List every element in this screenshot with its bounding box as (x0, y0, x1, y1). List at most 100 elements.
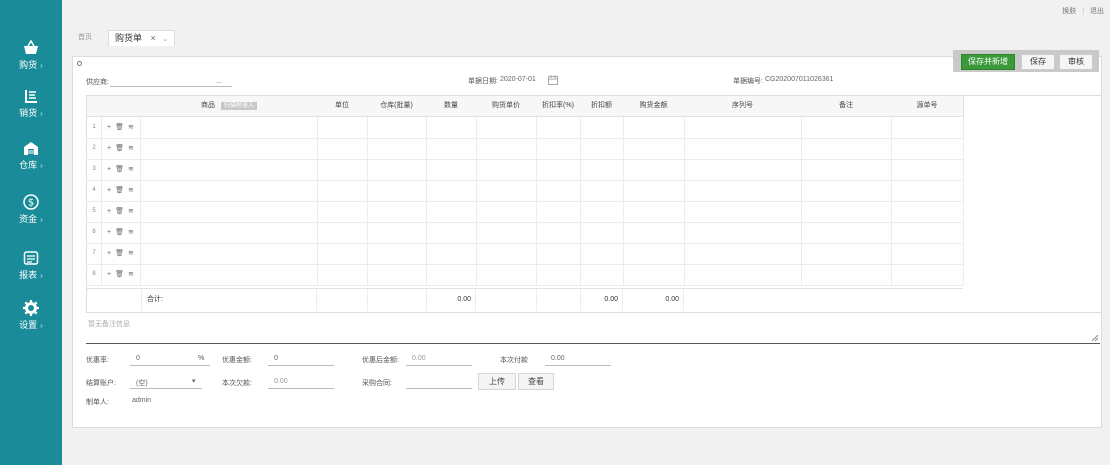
save-button[interactable]: 保存 (1021, 54, 1055, 70)
scan-entry-button[interactable]: 扫描枪录入 (220, 102, 257, 110)
add-row-icon[interactable]: + (107, 250, 111, 257)
grid-cell[interactable] (476, 117, 537, 138)
batch-icon[interactable]: ≋ (128, 271, 134, 278)
grid-cell[interactable] (367, 222, 427, 243)
calendar-icon[interactable] (548, 75, 558, 85)
grid-cell[interactable] (580, 264, 624, 285)
grid-cell[interactable] (426, 180, 477, 201)
grid-cell[interactable] (536, 222, 581, 243)
grid-cell[interactable] (367, 180, 427, 201)
tab-purchase-order[interactable]: 购货单 × ⌄ (108, 30, 176, 46)
grid-cell[interactable] (536, 201, 581, 222)
grid-cell[interactable] (367, 117, 427, 138)
view-button[interactable]: 查看 (518, 373, 554, 390)
grid-cell[interactable] (426, 222, 477, 243)
grid-cell[interactable] (684, 117, 802, 138)
delete-row-icon[interactable]: 🗑 (115, 124, 124, 131)
grid-cell[interactable] (426, 159, 477, 180)
sidebar-item-sales[interactable]: 销货 › (0, 88, 62, 132)
add-row-icon[interactable]: + (107, 229, 111, 236)
grid-cell[interactable] (623, 201, 685, 222)
resize-handle-icon[interactable] (1092, 335, 1098, 341)
grid-cell[interactable] (367, 138, 427, 159)
grid-cell[interactable] (476, 159, 537, 180)
grid-cell[interactable] (684, 222, 802, 243)
grid-cell[interactable] (317, 243, 368, 264)
grid-cell[interactable] (891, 138, 964, 159)
grid-cell[interactable] (367, 264, 427, 285)
grid-cell[interactable] (684, 243, 802, 264)
close-icon[interactable]: × (151, 33, 156, 43)
grid-cell[interactable] (801, 180, 892, 201)
grid-cell[interactable] (891, 243, 964, 264)
grid-cell[interactable] (580, 180, 624, 201)
grid-cell[interactable] (141, 159, 318, 180)
col-header-warehouse[interactable]: 仓库(批量) (367, 96, 427, 117)
delete-row-icon[interactable]: 🗑 (115, 250, 124, 257)
contract-input[interactable] (406, 388, 472, 389)
date-field[interactable]: 2020-07-01 (500, 76, 536, 83)
grid-cell[interactable] (623, 180, 685, 201)
grid-cell[interactable] (623, 264, 685, 285)
grid-cell[interactable] (684, 264, 802, 285)
grid-cell[interactable] (141, 117, 318, 138)
grid-cell[interactable] (580, 222, 624, 243)
add-row-icon[interactable]: + (107, 145, 111, 152)
batch-icon[interactable]: ≋ (128, 208, 134, 215)
grid-cell[interactable] (141, 222, 318, 243)
grid-cell[interactable] (684, 138, 802, 159)
grid-cell[interactable] (317, 264, 368, 285)
sidebar-item-funds[interactable]: $ 资金 › (0, 194, 62, 238)
grid-cell[interactable] (141, 180, 318, 201)
grid-cell[interactable] (317, 180, 368, 201)
grid-cell[interactable] (141, 138, 318, 159)
grid-cell[interactable] (141, 201, 318, 222)
discount-amount-input[interactable]: 0 (274, 355, 278, 362)
grid-cell[interactable] (476, 180, 537, 201)
grid-cell[interactable] (476, 264, 537, 285)
grid-cell[interactable] (891, 222, 964, 243)
grid-cell[interactable] (801, 138, 892, 159)
sidebar-item-warehouse[interactable]: 仓库 › (0, 140, 62, 184)
add-row-icon[interactable]: + (107, 124, 111, 131)
delete-row-icon[interactable]: 🗑 (115, 166, 124, 173)
add-row-icon[interactable]: + (107, 166, 111, 173)
grid-cell[interactable] (891, 201, 964, 222)
sidebar-item-purchase[interactable]: 购货 › (0, 40, 62, 84)
grid-cell[interactable] (367, 159, 427, 180)
grid-cell[interactable] (317, 222, 368, 243)
grid-cell[interactable] (317, 117, 368, 138)
grid-cell[interactable] (426, 243, 477, 264)
sidebar-item-settings[interactable]: 设置 › (0, 300, 62, 344)
grid-cell[interactable] (536, 264, 581, 285)
grid-cell[interactable] (476, 243, 537, 264)
payment-input[interactable]: 0.00 (551, 355, 565, 362)
grid-cell[interactable] (891, 264, 964, 285)
grid-cell[interactable] (317, 201, 368, 222)
batch-icon[interactable]: ≋ (128, 166, 134, 173)
grid-cell[interactable] (623, 243, 685, 264)
grid-cell[interactable] (580, 201, 624, 222)
grid-cell[interactable] (536, 138, 581, 159)
account-select[interactable]: (空) (136, 378, 148, 388)
delete-row-icon[interactable]: 🗑 (115, 145, 124, 152)
grid-cell[interactable] (623, 159, 685, 180)
skin-link[interactable]: 换肤 (1062, 8, 1076, 15)
grid-cell[interactable] (623, 117, 685, 138)
delete-row-icon[interactable]: 🗑 (115, 187, 124, 194)
discount-rate-input[interactable]: 0 (136, 355, 140, 362)
grid-cell[interactable] (141, 243, 318, 264)
delete-row-icon[interactable]: 🗑 (115, 271, 124, 278)
grid-cell[interactable] (801, 159, 892, 180)
grid-cell[interactable] (141, 264, 318, 285)
sidebar-item-reports[interactable]: 报表 › (0, 250, 62, 294)
grid-cell[interactable] (476, 138, 537, 159)
grid-cell[interactable] (801, 264, 892, 285)
batch-icon[interactable]: ≋ (128, 250, 134, 257)
grid-cell[interactable] (623, 222, 685, 243)
grid-cell[interactable] (367, 201, 427, 222)
grid-cell[interactable] (580, 243, 624, 264)
logout-link[interactable]: 退出 (1090, 8, 1104, 15)
save-new-button[interactable]: 保存并新增 (961, 54, 1015, 70)
batch-icon[interactable]: ≋ (128, 187, 134, 194)
